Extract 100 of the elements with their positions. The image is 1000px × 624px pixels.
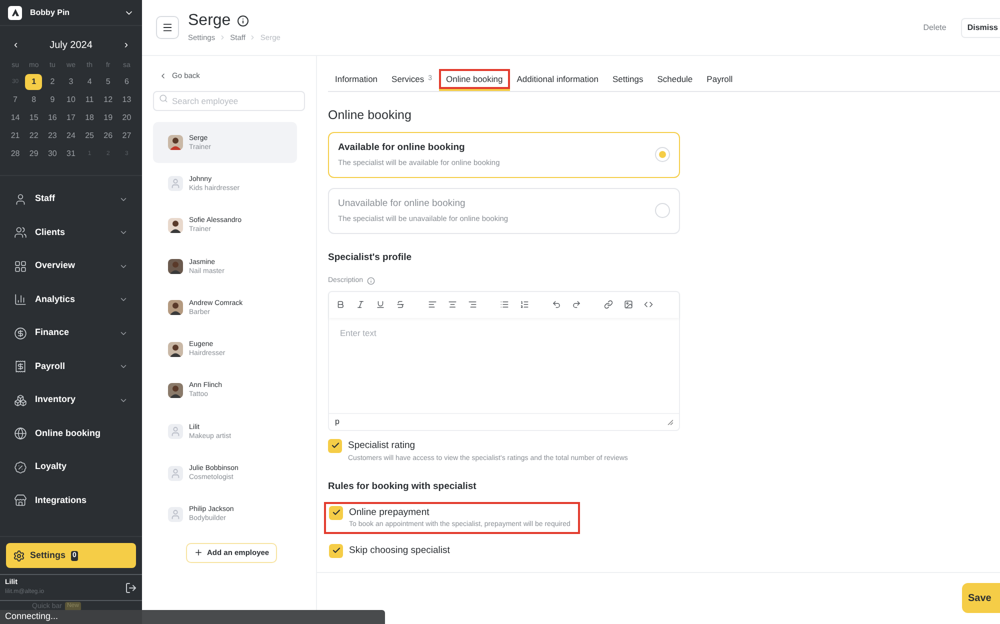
tab[interactable]: Additional information	[510, 69, 606, 91]
chevron-left-icon	[159, 72, 167, 80]
checkbox[interactable]	[329, 506, 343, 520]
italic-icon[interactable]	[356, 300, 365, 309]
calendar-day[interactable]: 13	[118, 92, 136, 108]
element-path: p	[335, 416, 340, 428]
avatar-placeholder-icon	[168, 176, 183, 192]
delete-button[interactable]: Delete	[917, 22, 952, 34]
check-icon	[332, 546, 340, 556]
tab[interactable]: Settings	[606, 69, 650, 91]
logout-icon[interactable]	[125, 582, 137, 594]
align-left-icon[interactable]	[428, 300, 437, 309]
users-icon	[14, 226, 27, 239]
bold-icon[interactable]	[336, 300, 345, 309]
text-editor[interactable]: Enter text p	[328, 290, 680, 430]
dollar-icon	[14, 326, 27, 340]
nav-item[interactable]: Overview	[14, 255, 128, 277]
chevron-down-icon	[119, 295, 128, 304]
strikethrough-icon[interactable]	[396, 300, 405, 309]
code-icon[interactable]	[644, 300, 653, 309]
avatar-placeholder-icon	[168, 424, 183, 440]
chevron-right-icon	[249, 34, 256, 41]
boxes-icon	[14, 394, 27, 406]
calendar-day[interactable]: 20	[118, 110, 136, 126]
percent-icon	[14, 460, 27, 474]
radio-button[interactable]	[655, 147, 670, 162]
calendar-day[interactable]: 16	[44, 110, 61, 126]
resize-handle-icon[interactable]	[667, 418, 673, 424]
calendar-day[interactable]: 1	[25, 74, 42, 90]
checkbox-label: Online prepayment	[349, 506, 430, 520]
calendar-day[interactable]: 3	[62, 74, 80, 90]
calendar-day[interactable]: 18	[81, 110, 98, 126]
nav-item[interactable]: Analytics	[14, 288, 128, 310]
radio-button[interactable]	[655, 203, 670, 218]
check-icon	[332, 508, 340, 518]
nav-item[interactable]: Staff	[14, 188, 128, 210]
calendar-day[interactable]: 30	[44, 146, 61, 162]
align-center-icon[interactable]	[448, 300, 457, 309]
calendar-day[interactable]: 12	[100, 92, 117, 108]
user-icon	[14, 192, 27, 206]
settings-icon	[13, 550, 25, 562]
calendar-day[interactable]: 17	[62, 110, 80, 126]
next-month-button[interactable]: ›	[124, 40, 128, 51]
nav-item[interactable]: Loyalty	[14, 456, 128, 478]
calendar-day[interactable]: 11	[81, 92, 98, 108]
save-button[interactable]: Save	[962, 583, 1000, 613]
calendar-day[interactable]: 15	[25, 110, 42, 126]
toast-message: Connecting...	[5, 610, 58, 624]
option-title: Available for online booking	[338, 141, 466, 155]
redo-icon[interactable]	[572, 300, 581, 309]
calendar-day[interactable]: 2	[44, 74, 61, 90]
nav-item[interactable]: Payroll	[14, 356, 128, 378]
section-heading: Rules for booking with specialist	[328, 480, 478, 494]
nav-item[interactable]: Online booking	[14, 422, 128, 444]
calendar-day[interactable]: 31	[62, 146, 80, 162]
link-icon[interactable]	[604, 300, 613, 309]
underline-icon[interactable]	[376, 300, 385, 309]
bullet-list-icon[interactable]	[500, 300, 509, 309]
nav-item[interactable]: Finance	[14, 322, 128, 344]
calendar-day[interactable]: 21	[6, 128, 24, 144]
calendar-day[interactable]: 14	[6, 110, 24, 126]
tab[interactable]: Payroll	[700, 69, 740, 91]
calendar-day[interactable]: 7	[6, 92, 24, 108]
nav-item[interactable]: Clients	[14, 222, 128, 244]
option-title: Unavailable for online booking	[338, 197, 466, 211]
checkbox[interactable]	[328, 438, 342, 452]
undo-icon[interactable]	[552, 300, 561, 309]
calendar-day[interactable]: 8	[25, 92, 42, 108]
tab[interactable]: Schedule	[650, 69, 700, 91]
nav-item[interactable]: Inventory	[14, 389, 128, 411]
calendar-day[interactable]: 23	[44, 128, 61, 144]
calendar-day[interactable]: 25	[81, 128, 98, 144]
align-right-icon[interactable]	[468, 300, 477, 309]
nav-item[interactable]: Integrations	[14, 490, 128, 512]
calendar-day[interactable]: 19	[100, 110, 117, 126]
search-field[interactable]: Search employee	[153, 91, 305, 111]
previous-month-button[interactable]: ‹	[14, 40, 18, 51]
checkbox[interactable]	[329, 544, 343, 558]
calendar-day[interactable]: 27	[118, 128, 136, 144]
image-icon[interactable]	[624, 300, 633, 309]
calendar-day[interactable]: 29	[25, 146, 42, 162]
numbered-list-icon[interactable]	[520, 300, 529, 309]
tab[interactable]: Online booking	[439, 69, 510, 91]
calendar-day[interactable]: 28	[6, 146, 24, 162]
calendar-day[interactable]: 9	[44, 92, 61, 108]
globe-icon	[14, 427, 27, 440]
calendar-day[interactable]: 6	[118, 74, 136, 90]
dismiss-button[interactable]: Dismiss	[961, 18, 1000, 38]
calendar-day[interactable]: 22	[25, 128, 42, 144]
menu-button[interactable]	[156, 16, 179, 39]
receipt-icon	[14, 360, 27, 373]
check-icon	[330, 441, 340, 450]
info-icon[interactable]	[236, 14, 249, 27]
calendar-month: July 2024	[50, 39, 92, 53]
calendar-day[interactable]: 5	[100, 74, 117, 90]
calendar-day[interactable]: 10	[62, 92, 80, 108]
calendar-day[interactable]: 24	[62, 128, 80, 144]
tab[interactable]: Information	[328, 69, 385, 91]
calendar-day[interactable]: 26	[100, 128, 117, 144]
calendar-day[interactable]: 4	[81, 74, 98, 90]
